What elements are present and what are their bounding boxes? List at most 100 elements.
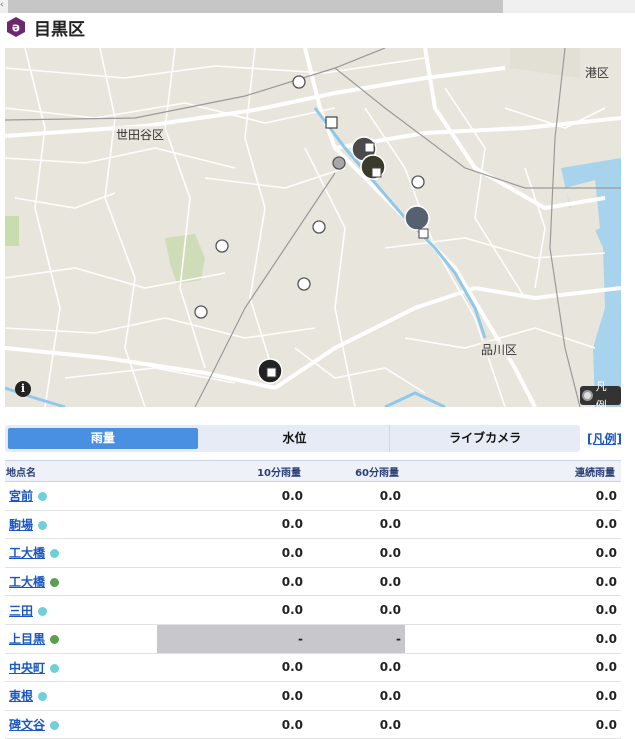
- station-name-cell: 上目黒: [5, 624, 157, 654]
- tab-rainfall[interactable]: 雨量: [8, 428, 198, 449]
- station-name-cell: 碑文谷: [5, 710, 157, 739]
- map-label-setagaya: 世田谷区: [115, 126, 166, 143]
- legend-dot-icon: [582, 390, 593, 401]
- rain-marker-gray[interactable]: [332, 156, 346, 170]
- table-row: 東根 0.0 0.0 0.0: [5, 681, 621, 711]
- camera-marker-square[interactable]: [418, 228, 429, 239]
- rain-marker[interactable]: [292, 75, 306, 89]
- map-label-shinagawa: 品川区: [480, 341, 519, 358]
- rain-continuous-cell: 0.0: [405, 681, 621, 711]
- column-header-name: 地点名: [5, 460, 157, 482]
- rain-continuous-cell: 0.0: [405, 481, 621, 511]
- rain-10min-cell: 0.0: [157, 510, 307, 540]
- camera-marker-square[interactable]: [371, 167, 382, 178]
- station-link[interactable]: 上目黒: [9, 632, 45, 646]
- status-dot-icon: [38, 606, 48, 616]
- rain-10min-cell: 0.0: [157, 653, 307, 683]
- table-row: 中央町 0.0 0.0 0.0: [5, 653, 621, 683]
- status-dot-icon: [38, 692, 48, 702]
- rain-continuous-cell: 0.0: [405, 510, 621, 540]
- station-link[interactable]: 工大橋: [9, 575, 45, 589]
- camera-marker[interactable]: [404, 205, 430, 231]
- rain-60min-cell: 0.0: [307, 653, 405, 683]
- station-link[interactable]: 東根: [9, 689, 33, 703]
- rain-marker[interactable]: [194, 305, 208, 319]
- station-link[interactable]: 駒場: [9, 518, 33, 532]
- rain-10min-cell: -: [157, 624, 307, 654]
- page-title: 目黒区: [34, 19, 85, 40]
- station-link[interactable]: 中央町: [9, 661, 45, 675]
- station-link[interactable]: 工大橋: [9, 546, 45, 560]
- rain-10min-cell: 0.0: [157, 567, 307, 597]
- rain-10min-cell: 0.0: [157, 710, 307, 739]
- column-header-continuous: 連続雨量: [405, 460, 621, 482]
- water-level-marker[interactable]: [325, 116, 338, 129]
- rain-60min-cell: 0.0: [307, 481, 405, 511]
- column-header-10min: 10分雨量: [157, 460, 307, 482]
- map-label-minato: 港区: [584, 64, 611, 81]
- rain-marker[interactable]: [411, 175, 425, 189]
- station-link[interactable]: 三田: [9, 604, 33, 618]
- rain-continuous-cell: 0.0: [405, 710, 621, 739]
- svg-text:ə: ə: [12, 21, 20, 35]
- rain-60min-cell: 0.0: [307, 538, 405, 568]
- map-legend-label: 凡例: [595, 379, 607, 408]
- rain-60min-cell: 0.0: [307, 681, 405, 711]
- rain-continuous-cell: 0.0: [405, 624, 621, 654]
- scroll-left-arrow-icon[interactable]: ‹: [0, 0, 8, 13]
- station-link[interactable]: 宮前: [9, 489, 33, 503]
- map-canvas[interactable]: [5, 48, 621, 407]
- table-row: 駒場 0.0 0.0 0.0: [5, 510, 621, 540]
- status-dot-icon: [50, 663, 60, 673]
- legend-link[interactable]: [凡例]: [587, 430, 622, 447]
- rain-10min-cell: 0.0: [157, 538, 307, 568]
- station-name-cell: 工大橋: [5, 538, 157, 568]
- rain-60min-cell: 0.0: [307, 567, 405, 597]
- rain-60min-cell: 0.0: [307, 595, 405, 625]
- table-row: 工大橋 0.0 0.0 0.0: [5, 538, 621, 568]
- table-row: 上目黒 - -0.0: [5, 624, 621, 654]
- map-view[interactable]: 世田谷区 港区 品川区 i 凡例: [5, 48, 621, 407]
- status-dot-icon: [50, 578, 60, 588]
- rain-continuous-cell: 0.0: [405, 653, 621, 683]
- station-name-cell: 三田: [5, 595, 157, 625]
- rain-10min-cell: 0.0: [157, 595, 307, 625]
- rain-continuous-cell: 0.0: [405, 595, 621, 625]
- status-dot-icon: [50, 721, 60, 731]
- tab-water-level[interactable]: 水位: [200, 425, 390, 452]
- rain-continuous-cell: 0.0: [405, 538, 621, 568]
- table-row: 三田 0.0 0.0 0.0: [5, 595, 621, 625]
- station-name-cell: 中央町: [5, 653, 157, 683]
- rain-marker[interactable]: [297, 277, 311, 291]
- table-row: 工大橋 0.0 0.0 0.0: [5, 567, 621, 597]
- station-name-cell: 工大橋: [5, 567, 157, 597]
- column-header-60min: 60分雨量: [307, 460, 405, 482]
- rain-continuous-cell: 0.0: [405, 567, 621, 597]
- camera-marker-square[interactable]: [364, 142, 375, 153]
- table-row: 碑文谷 0.0 0.0 0.0: [5, 710, 621, 739]
- station-name-cell: 東根: [5, 681, 157, 711]
- table-row: 宮前 0.0 0.0 0.0: [5, 481, 621, 511]
- rain-10min-cell: 0.0: [157, 681, 307, 711]
- station-link[interactable]: 碑文谷: [9, 718, 45, 732]
- rain-10min-cell: 0.0: [157, 481, 307, 511]
- status-dot-icon: [50, 549, 60, 559]
- camera-marker-square[interactable]: [266, 367, 277, 378]
- table-header-row: 地点名 10分雨量 60分雨量 連続雨量: [5, 460, 621, 482]
- tab-live-camera[interactable]: ライブカメラ: [389, 425, 580, 452]
- meguro-emblem-icon: ə: [7, 17, 25, 37]
- rain-marker[interactable]: [312, 220, 326, 234]
- status-dot-icon: [38, 520, 48, 530]
- map-info-icon[interactable]: i: [15, 381, 31, 397]
- rainfall-table: 地点名 10分雨量 60分雨量 連続雨量 宮前 0.0 0.0 0.0 駒場 0.0 0.0…: [5, 460, 621, 739]
- station-name-cell: 宮前: [5, 481, 157, 511]
- scrollbar-thumb[interactable]: [8, 0, 503, 13]
- map-legend-button[interactable]: 凡例: [580, 380, 621, 407]
- rain-marker[interactable]: [215, 239, 229, 253]
- rain-60min-cell: -: [307, 624, 405, 654]
- page-header: ə 目黒区: [5, 13, 85, 41]
- horizontal-scrollbar[interactable]: ‹: [0, 0, 635, 13]
- rain-60min-cell: 0.0: [307, 710, 405, 739]
- station-name-cell: 駒場: [5, 510, 157, 540]
- status-dot-icon: [38, 492, 48, 502]
